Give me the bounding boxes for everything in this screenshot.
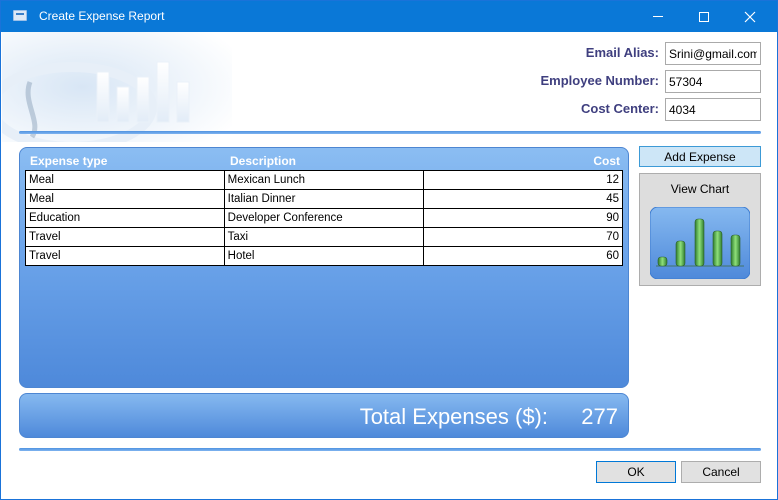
minimize-button[interactable] [635, 1, 681, 32]
view-chart-button[interactable]: View Chart [639, 173, 761, 286]
table-row[interactable]: Meal Mexican Lunch 12 [25, 170, 623, 190]
cost-center-label: Cost Center: [580, 101, 659, 116]
column-header-description[interactable]: Description [230, 154, 296, 168]
column-header-expense-type[interactable]: Expense type [30, 154, 107, 168]
add-expense-button[interactable]: Add Expense [639, 146, 761, 167]
cost-cell[interactable]: 45 [423, 189, 623, 209]
total-expenses-label: Total Expenses ($): [359, 404, 548, 429]
title-bar[interactable]: Create Expense Report [1, 1, 777, 32]
table-row[interactable]: Meal Italian Dinner 45 [25, 189, 623, 209]
app-icon [13, 10, 27, 21]
close-button[interactable] [727, 1, 773, 32]
email-alias-label: Email Alias: [585, 45, 659, 60]
description-cell[interactable]: Taxi [223, 227, 425, 247]
bar-chart-icon [650, 207, 750, 279]
description-cell[interactable]: Developer Conference [223, 208, 425, 228]
minimize-icon [653, 16, 663, 17]
maximize-icon [699, 11, 709, 22]
expense-table: Meal Mexican Lunch 12 Meal Italian Dinne… [25, 170, 623, 266]
expense-type-cell[interactable]: Education [25, 208, 225, 228]
expense-type-cell[interactable]: Meal [25, 189, 225, 209]
cost-cell[interactable]: 90 [423, 208, 623, 228]
employee-number-input[interactable] [665, 70, 761, 93]
expense-type-cell[interactable]: Travel [25, 246, 225, 266]
cancel-button[interactable]: Cancel [681, 461, 761, 483]
grid-header-row: Expense type Description Cost [20, 154, 628, 170]
table-row[interactable]: Travel Taxi 70 [25, 227, 623, 247]
window-title: Create Expense Report [39, 9, 165, 23]
footer-divider [19, 448, 761, 451]
description-cell[interactable]: Italian Dinner [223, 189, 425, 209]
email-alias-input[interactable] [665, 42, 761, 65]
column-header-cost[interactable]: Cost [593, 154, 620, 168]
table-row[interactable]: Education Developer Conference 90 [25, 208, 623, 228]
expense-type-cell[interactable]: Meal [25, 170, 225, 190]
description-cell[interactable]: Mexican Lunch [223, 170, 425, 190]
ok-button[interactable]: OK [596, 461, 676, 483]
cost-cell[interactable]: 60 [423, 246, 623, 266]
view-chart-label: View Chart [670, 182, 730, 196]
description-cell[interactable]: Hotel [223, 246, 425, 266]
maximize-button[interactable] [681, 1, 727, 32]
cost-center-input[interactable] [665, 98, 761, 121]
employee-number-label: Employee Number: [540, 73, 659, 88]
expense-grid-panel: Expense type Description Cost Meal Mexic… [19, 147, 629, 388]
table-row[interactable]: Travel Hotel 60 [25, 246, 623, 266]
header-divider [19, 131, 761, 134]
cost-cell[interactable]: 12 [423, 170, 623, 190]
total-expenses-value: 277 [581, 404, 618, 429]
expense-report-window: Create Expense Report Email Alias: Emplo [0, 0, 778, 500]
header-watermark-graphic [2, 32, 232, 142]
close-icon [744, 11, 756, 22]
cost-cell[interactable]: 70 [423, 227, 623, 247]
expense-type-cell[interactable]: Travel [25, 227, 225, 247]
total-expenses-panel: Total Expenses ($): 277 [19, 393, 629, 438]
